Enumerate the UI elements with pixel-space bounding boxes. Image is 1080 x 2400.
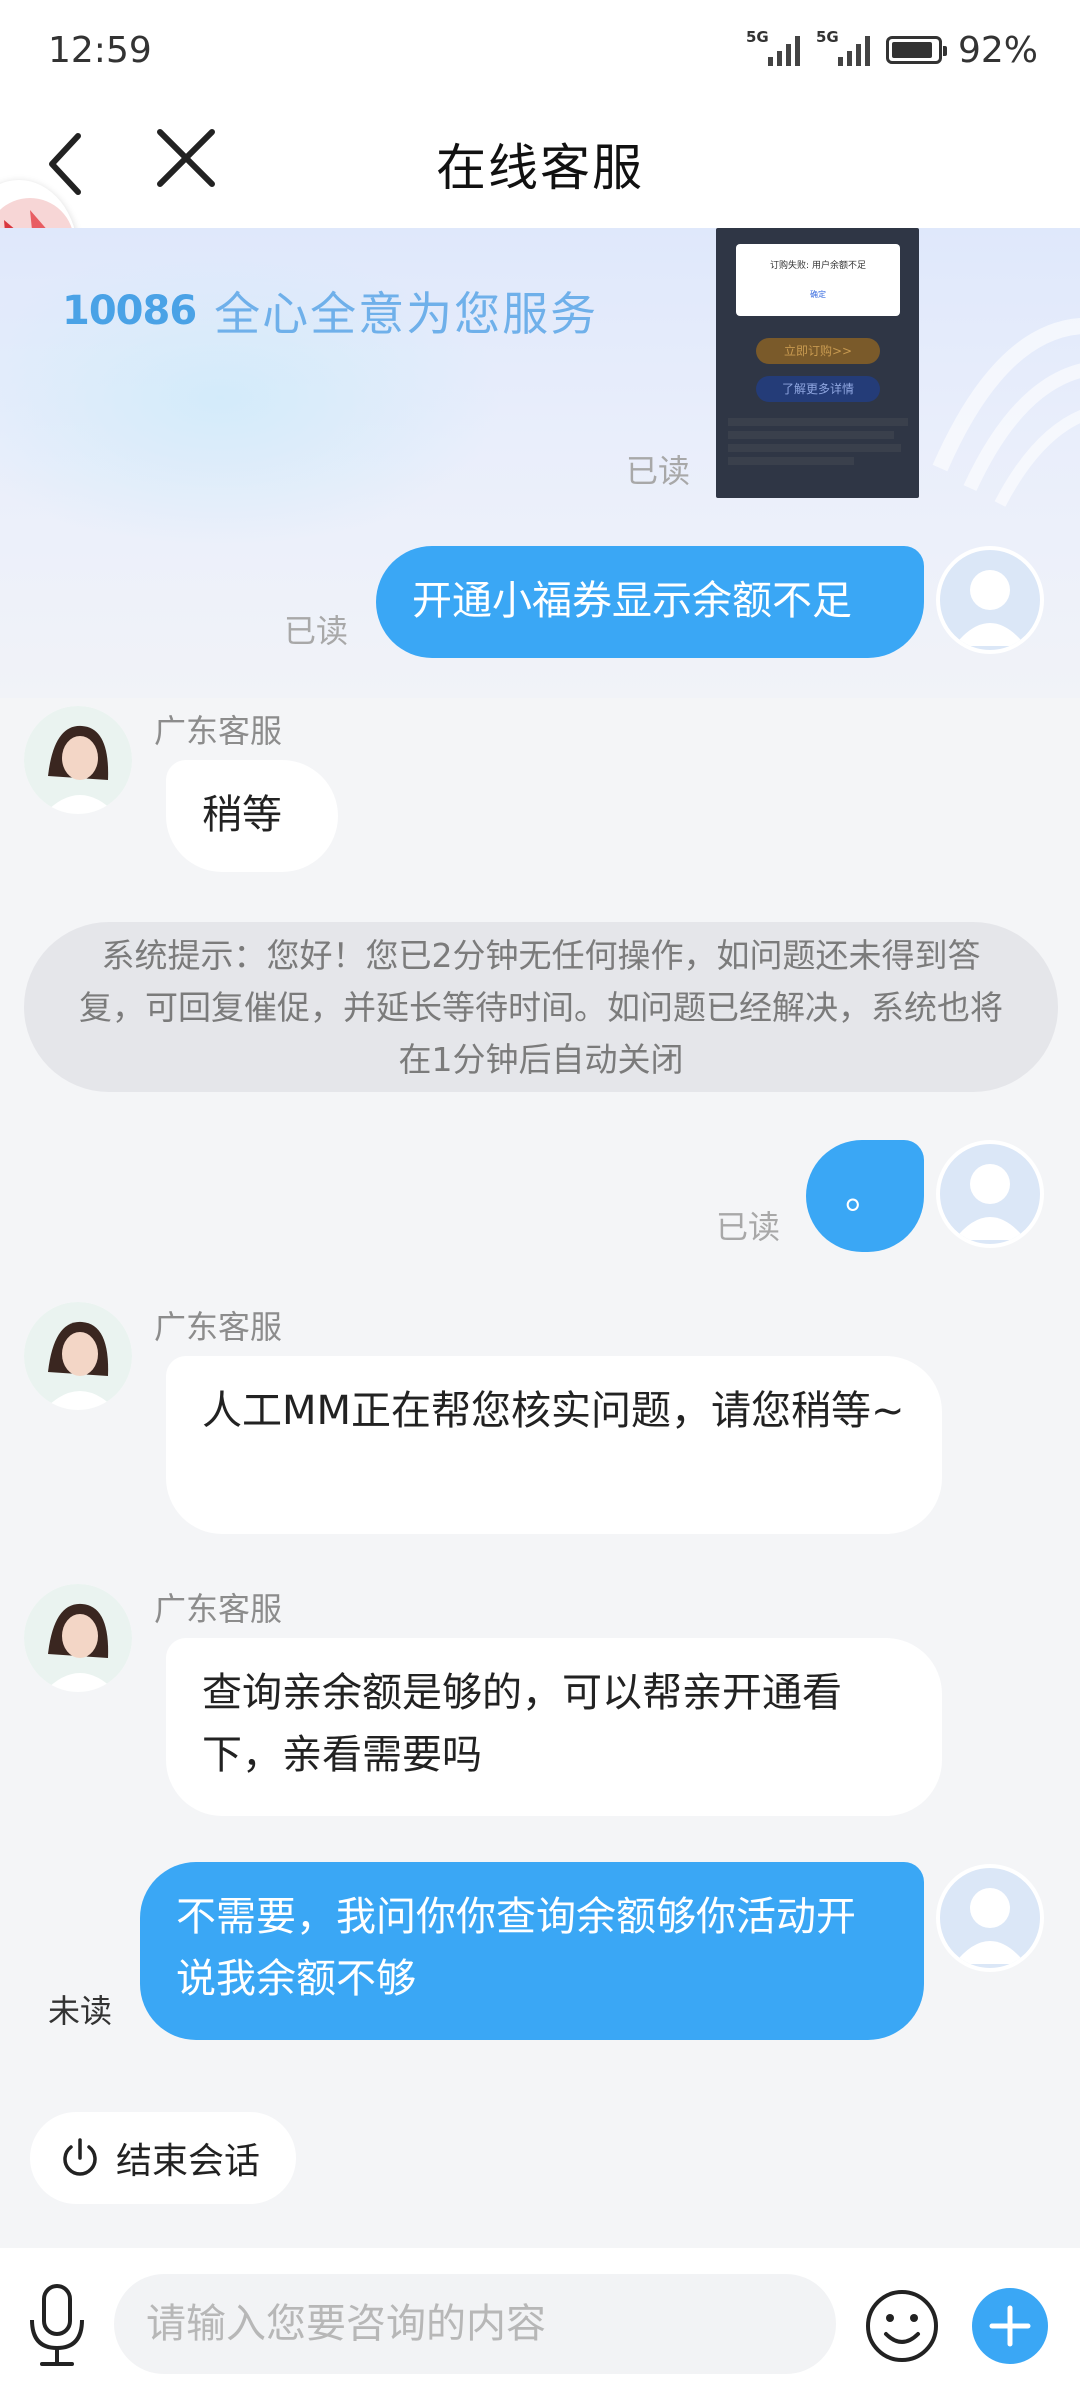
voice-button[interactable] xyxy=(22,2280,92,2370)
read-status: 已读 xyxy=(626,452,691,490)
microphone-icon xyxy=(30,2284,84,2366)
read-status: 已读 xyxy=(716,1208,781,1246)
brand-number: 10086 xyxy=(62,288,197,334)
user-avatar xyxy=(936,1140,1044,1248)
end-session-button[interactable]: 结束会话 xyxy=(30,2112,297,2204)
thumb-dialog: 订购失败: 用户余额不足 确定 xyxy=(736,244,900,316)
outgoing-message[interactable]: 不需要，我问你你查询余额够你活动开说我余额不够 xyxy=(140,1862,924,2040)
smiley-icon xyxy=(866,2290,938,2362)
agent-photo-icon xyxy=(24,1584,132,1692)
signal-icon: 5G xyxy=(816,30,870,66)
user-avatar-icon xyxy=(954,1164,1026,1240)
more-button[interactable] xyxy=(972,2288,1048,2364)
outgoing-message[interactable]: 。 xyxy=(806,1140,924,1252)
agent-avatar xyxy=(24,1584,132,1692)
image-message[interactable]: 订购失败: 用户余额不足 确定 立即订购>> 了解更多详情 xyxy=(716,228,919,498)
status-bar: 12:59 5G 5G 92% xyxy=(0,0,1080,100)
signal-icon: 5G xyxy=(746,30,800,66)
battery-level: 92% xyxy=(957,29,1038,71)
message-input[interactable] xyxy=(114,2274,836,2374)
agent-avatar xyxy=(24,1302,132,1410)
emoji-button[interactable] xyxy=(864,2288,940,2364)
thumb-fine-print xyxy=(728,418,908,465)
thumb-subscribe-button: 立即订购>> xyxy=(756,338,880,364)
power-icon xyxy=(63,2138,97,2176)
agent-avatar xyxy=(24,706,132,814)
status-time: 12:59 xyxy=(48,29,152,71)
user-avatar xyxy=(936,1864,1044,1972)
app-header: 在线客服 xyxy=(0,100,1080,328)
incoming-message[interactable]: 查询亲余额是够的，可以帮亲开通看下，亲看需要吗 xyxy=(166,1638,942,1816)
thumb-details-button: 了解更多详情 xyxy=(756,376,880,402)
brand-slogan: 全心全意为您服务 xyxy=(214,287,599,341)
agent-name: 广东客服 xyxy=(154,1308,283,1346)
incoming-message[interactable]: 稍等 xyxy=(166,760,338,872)
agent-name: 广东客服 xyxy=(154,1590,283,1628)
close-button[interactable] xyxy=(150,122,222,194)
close-icon xyxy=(157,129,215,187)
end-session-label: 结束会话 xyxy=(116,2141,261,2182)
brand-logo: 10086 全心全意为您服务 xyxy=(44,278,598,344)
agent-photo-icon xyxy=(24,706,132,814)
user-avatar xyxy=(936,546,1044,654)
agent-photo-icon xyxy=(24,1302,132,1410)
battery-icon xyxy=(885,36,947,64)
status-icons: 5G 5G 92% xyxy=(746,30,1038,71)
decorative-arcs-icon xyxy=(932,318,1080,507)
read-status: 已读 xyxy=(284,612,349,650)
agent-name: 广东客服 xyxy=(154,712,283,750)
unread-status: 未读 xyxy=(48,1992,113,2030)
user-avatar-icon xyxy=(954,1888,1026,1964)
user-avatar-icon xyxy=(954,570,1026,646)
system-tip: 系统提示：您好！您已2分钟无任何操作，如问题还未得到答复，可回复催促，并延长等待… xyxy=(24,922,1058,1092)
page-title: 在线客服 xyxy=(436,139,644,197)
plus-icon xyxy=(989,2305,1031,2347)
input-bar xyxy=(0,2248,1080,2400)
incoming-message[interactable]: 人工MM正在帮您核实问题，请您稍等~ xyxy=(166,1356,942,1534)
outgoing-message[interactable]: 开通小福券显示余额不足 xyxy=(376,546,924,658)
